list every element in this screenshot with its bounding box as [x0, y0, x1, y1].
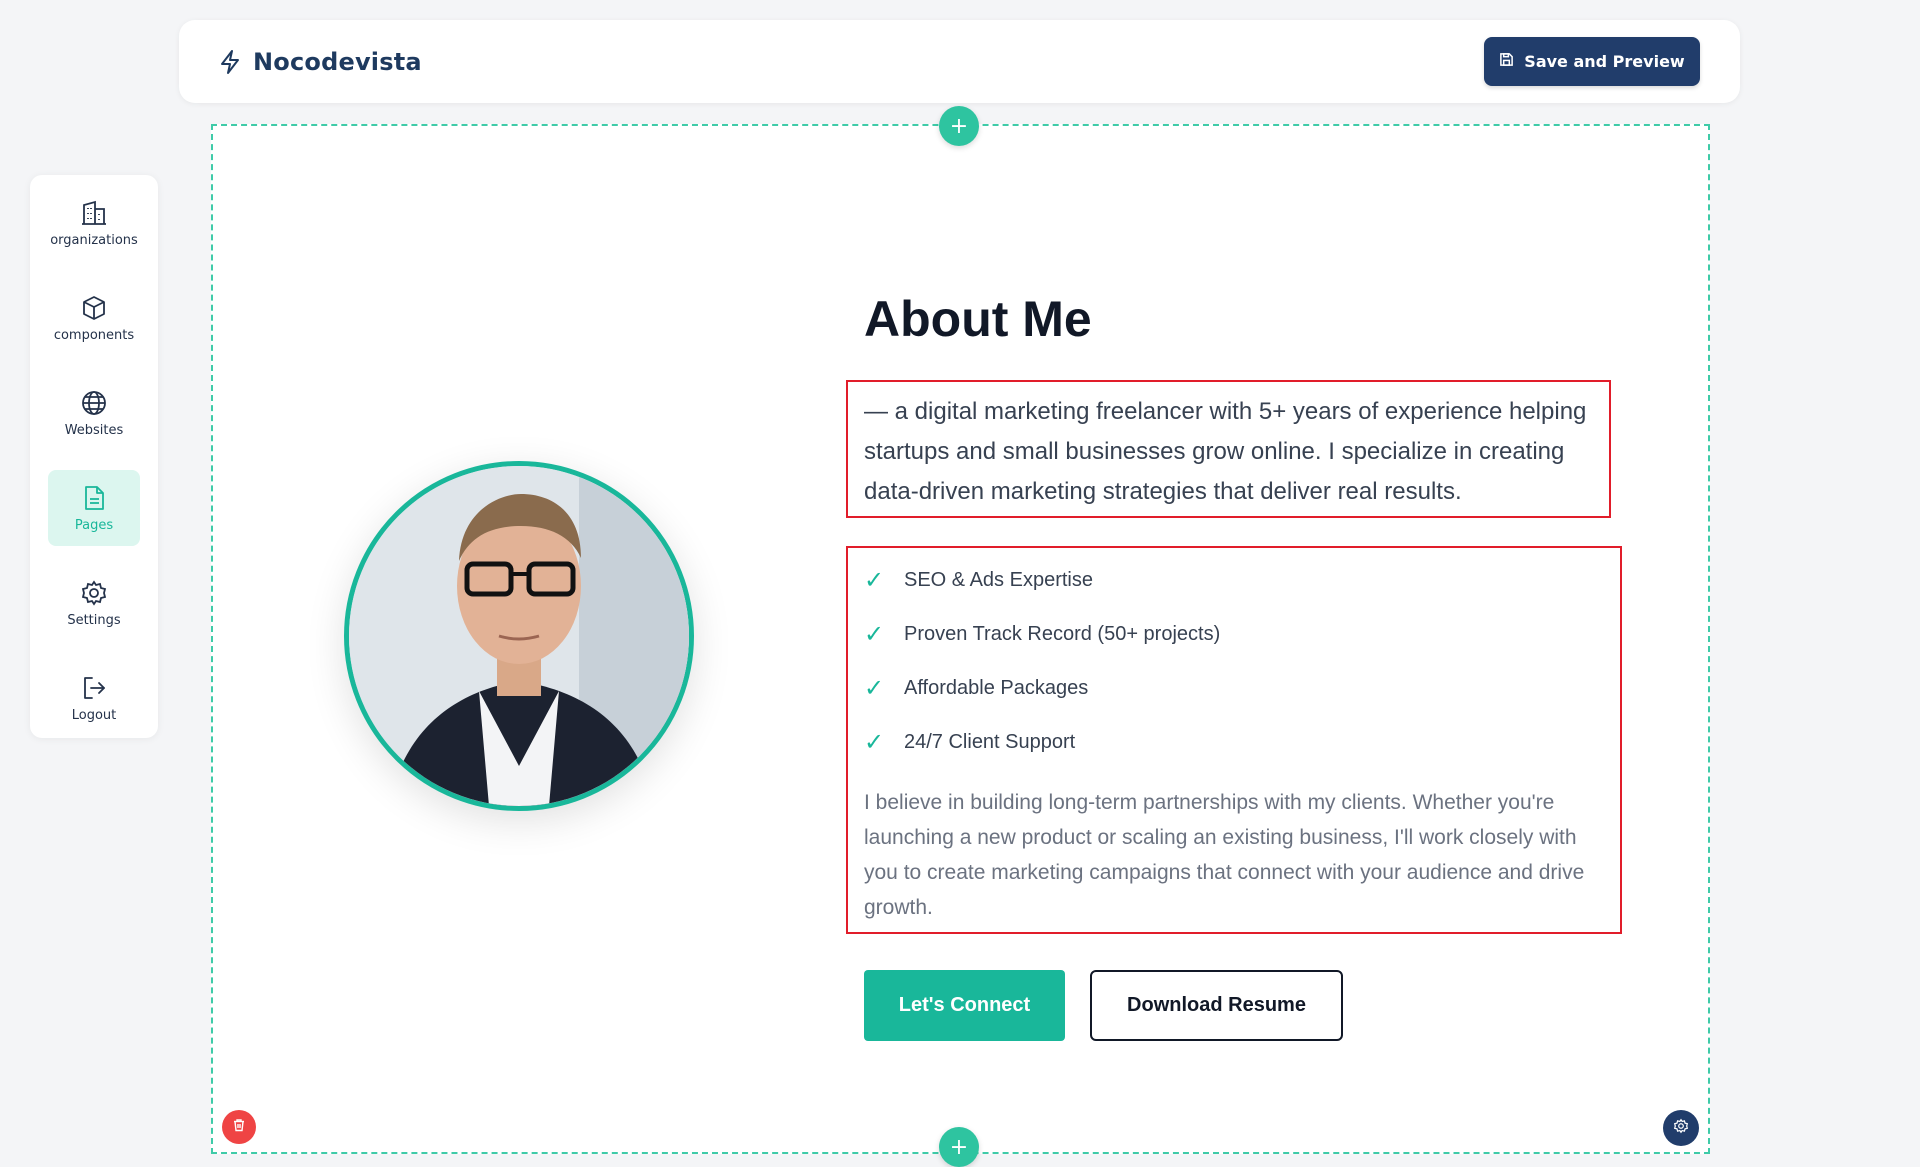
checkmark-icon: ✓	[864, 566, 885, 594]
checkmark-icon: ✓	[864, 674, 885, 702]
checkmark-icon: ✓	[864, 620, 885, 648]
list-item: ✓ Affordable Packages	[864, 661, 1220, 715]
sidebar-item-label: organizations	[50, 232, 138, 248]
feature-text[interactable]: 24/7 Client Support	[904, 731, 1075, 754]
save-and-preview-label: Save and Preview	[1524, 52, 1685, 71]
sidebar-item-label: Websites	[64, 422, 124, 438]
logout-icon	[80, 674, 108, 708]
belief-paragraph[interactable]: I believe in building long-term partners…	[864, 785, 1616, 925]
add-section-above-button[interactable]: +	[939, 106, 979, 146]
plus-icon: +	[949, 113, 969, 139]
globe-icon	[80, 389, 108, 423]
portrait-image	[349, 466, 689, 806]
list-item: ✓ 24/7 Client Support	[864, 715, 1220, 769]
sidebar-item-components[interactable]: components	[48, 280, 140, 356]
feature-text[interactable]: SEO & Ads Expertise	[904, 569, 1093, 592]
save-and-preview-button[interactable]: Save and Preview	[1484, 37, 1700, 86]
sidebar-item-logout[interactable]: Logout	[48, 660, 140, 736]
list-item: ✓ SEO & Ads Expertise	[864, 553, 1220, 607]
lets-connect-button[interactable]: Let's Connect	[864, 970, 1065, 1041]
checkmark-icon: ✓	[864, 728, 885, 756]
sidebar-item-settings[interactable]: Settings	[48, 565, 140, 641]
lightning-bolt-icon	[219, 49, 241, 75]
sidebar-item-pages[interactable]: Pages	[48, 470, 140, 546]
sidebar-item-label: Settings	[67, 612, 121, 628]
cube-icon	[80, 294, 108, 328]
feature-text[interactable]: Proven Track Record (50+ projects)	[904, 623, 1220, 646]
section-settings-button[interactable]	[1663, 1110, 1699, 1146]
brand-name: Nocodevista	[253, 47, 422, 76]
plus-icon: +	[949, 1134, 969, 1160]
brand[interactable]: Nocodevista	[219, 48, 422, 76]
profile-photo	[344, 461, 694, 811]
delete-section-button[interactable]	[222, 1110, 256, 1144]
sidebar: organizations components Websites Pages	[30, 175, 158, 738]
sidebar-item-label: Logout	[71, 707, 117, 723]
feature-list: ✓ SEO & Ads Expertise ✓ Proven Track Rec…	[864, 553, 1220, 769]
sidebar-item-label: Pages	[74, 517, 114, 533]
download-resume-button[interactable]: Download Resume	[1090, 970, 1343, 1041]
about-title: About Me	[864, 291, 1092, 347]
gear-icon	[1673, 1118, 1689, 1139]
list-item: ✓ Proven Track Record (50+ projects)	[864, 607, 1220, 661]
trash-icon	[232, 1118, 246, 1137]
feature-text[interactable]: Affordable Packages	[904, 677, 1088, 700]
floppy-disk-icon	[1499, 52, 1514, 71]
gear-icon	[80, 579, 108, 613]
file-icon	[80, 484, 108, 518]
sidebar-item-label: components	[53, 327, 135, 343]
add-section-below-button[interactable]: +	[939, 1127, 979, 1167]
sidebar-item-websites[interactable]: Websites	[48, 375, 140, 451]
sidebar-item-organizations[interactable]: organizations	[48, 185, 140, 261]
building-icon	[80, 199, 108, 233]
top-header: Nocodevista Save and Preview	[179, 20, 1740, 103]
intro-paragraph[interactable]: — a digital marketing freelancer with 5+…	[864, 392, 1604, 512]
